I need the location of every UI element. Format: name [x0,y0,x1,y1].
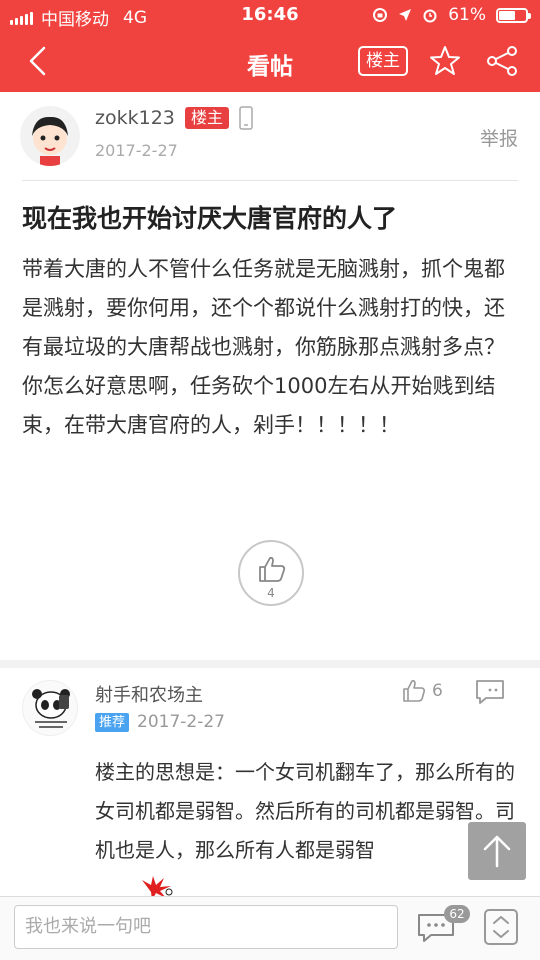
star-icon[interactable] [428,44,462,78]
post-title: 现在我也开始讨厌大唐官府的人了 [22,204,398,233]
report-button[interactable]: 举报 [480,124,518,151]
section-separator [0,660,540,668]
location-icon [399,9,412,21]
comments-count-badge: 62 [444,905,470,923]
battery-icon [496,7,531,23]
thumbs-up-icon [259,556,286,582]
top-bar: 中国移动 4G 16:46 61% 看帖 楼主 [0,0,540,92]
rotation-lock-icon [373,8,388,22]
author-name[interactable]: zokk123 [95,107,175,129]
bottom-bar: 我也来说一句吧 62 [0,896,540,960]
page-nav-button[interactable] [484,909,518,945]
reply-comment-icon[interactable] [474,679,506,705]
reply-input[interactable]: 我也来说一句吧 [14,905,398,949]
reply-like-icon[interactable] [402,679,426,703]
reply-like-count: 6 [432,681,443,701]
author-avatar[interactable] [20,106,80,166]
divider [22,180,518,181]
reply-author-name[interactable]: 射手和农场主 [95,681,203,707]
post-date: 2017-2-27 [95,141,178,160]
arrow-up-icon [483,835,511,868]
status-bar: 中国移动 4G 16:46 61% [0,0,540,30]
reply-date: 2017-2-27 [137,712,225,732]
post-body: 带着大唐的人不管什么任务就是无脑溅射，抓个鬼都是溅射，要你何用，还个个都说什么溅… [22,257,505,437]
mobile-device-icon [239,106,253,130]
owner-only-button[interactable]: 楼主 [358,46,408,76]
battery-label: 61% [448,5,486,25]
up-down-chevron-icon [493,916,509,938]
owner-badge: 楼主 [185,107,230,129]
share-icon[interactable] [484,44,520,78]
alarm-icon [423,9,437,23]
post-like-count: 4 [267,586,275,600]
reply-avatar[interactable] [22,680,78,736]
scroll-to-top-button[interactable] [468,822,526,880]
post-like-button[interactable]: 4 [238,540,304,606]
recommended-badge: 推荐 [95,713,130,732]
nav-bar: 看帖 楼主 [0,30,540,92]
